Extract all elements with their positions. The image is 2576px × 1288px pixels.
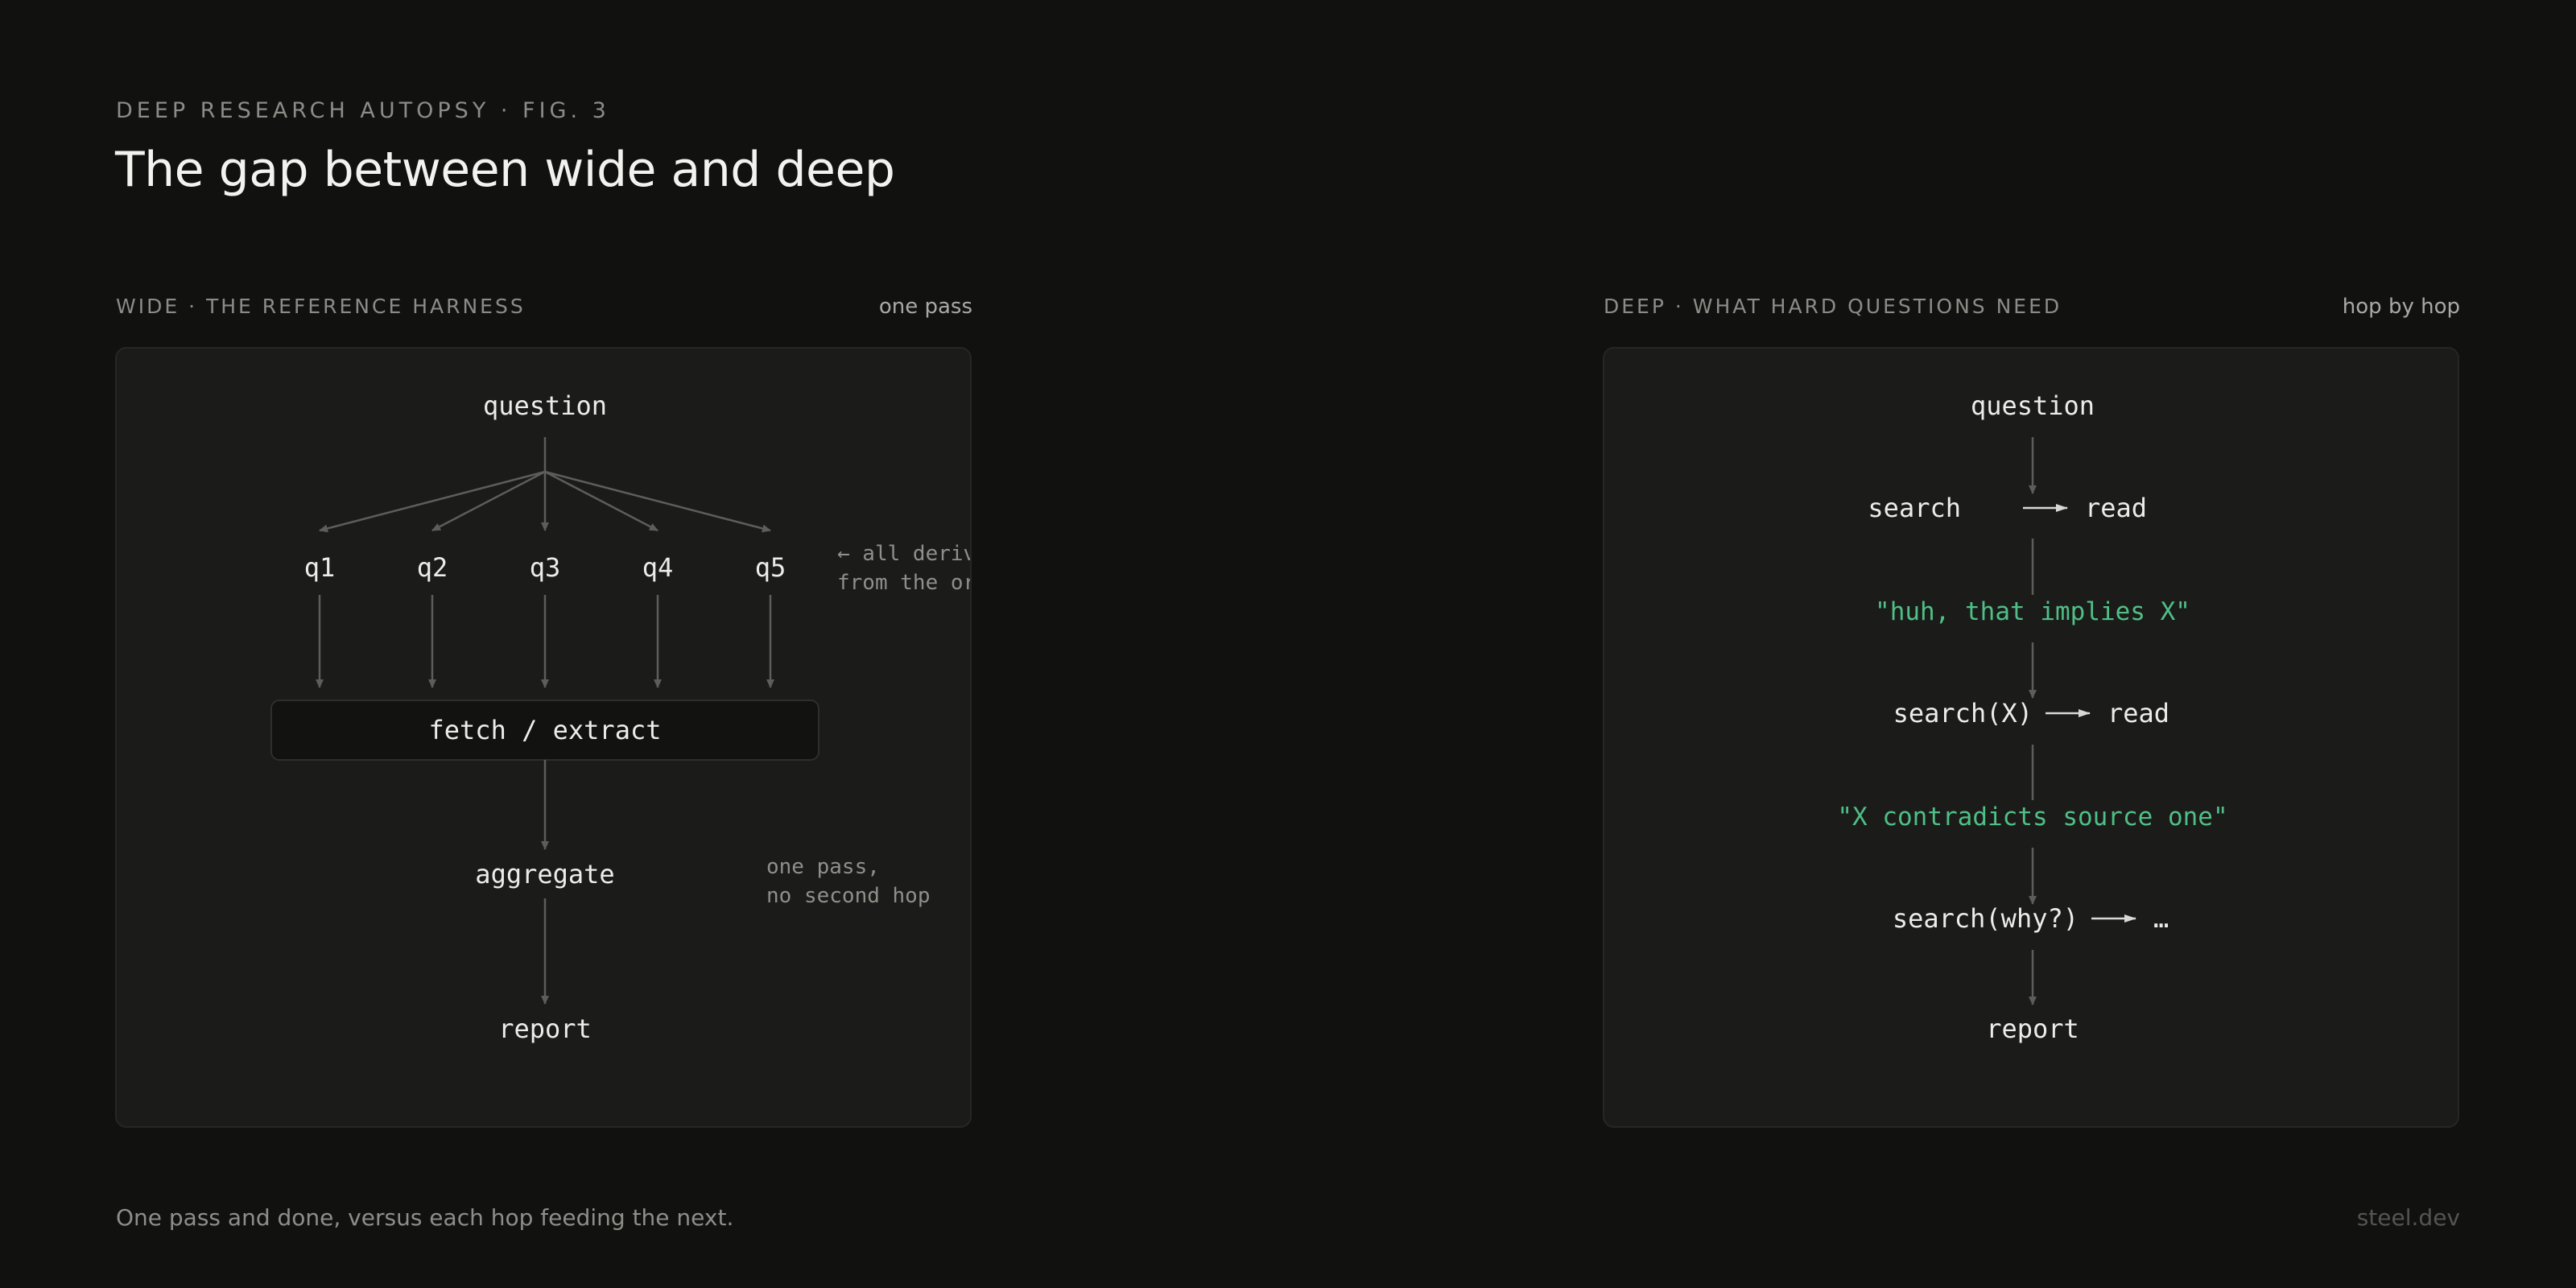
wide-diagram-panel: question q1 q2 q3 q4 q5 ← all derived fr… bbox=[115, 347, 972, 1128]
hop2-search-node: search(X) bbox=[1893, 698, 2033, 729]
deep-diagram: question search read "huh, that implies … bbox=[1837, 390, 2227, 1044]
pass-note-line-2: no second hop bbox=[766, 884, 931, 908]
deep-diagram-panel: question search read "huh, that implies … bbox=[1603, 347, 2459, 1128]
figure-caption: One pass and done, versus each hop feedi… bbox=[116, 1204, 734, 1231]
wide-panel-note: one pass bbox=[878, 295, 972, 319]
figure-eyebrow: DEEP RESEARCH AUTOPSY · FIG. 3 bbox=[116, 98, 610, 123]
fan-out-connectors bbox=[319, 437, 771, 533]
fan-out-arrow bbox=[319, 470, 546, 533]
insight-2: "X contradicts source one" bbox=[1837, 803, 2227, 832]
hop2-read-node: read bbox=[2107, 698, 2169, 729]
subquery-q1: q1 bbox=[304, 552, 336, 583]
subquery-connectors bbox=[316, 595, 774, 688]
hop1-read-node: read bbox=[2085, 493, 2147, 523]
subquery-q4: q4 bbox=[642, 552, 674, 583]
wide-question-node: question bbox=[483, 390, 607, 421]
deep-panel-label: DEEP · WHAT HARD QUESTIONS NEED bbox=[1604, 295, 2062, 318]
hop3-search-node: search(why?) bbox=[1893, 903, 2079, 934]
derived-note-line-2: from the original Q bbox=[837, 571, 972, 595]
fan-out-arrow bbox=[431, 470, 546, 532]
fan-out-arrow bbox=[544, 470, 658, 532]
deep-report-node: report bbox=[1986, 1013, 2079, 1044]
deep-panel-note: hop by hop bbox=[2342, 295, 2460, 319]
deep-question-node: question bbox=[1971, 390, 2095, 421]
wide-diagram: question q1 q2 q3 q4 q5 ← all derived fr… bbox=[270, 390, 972, 1044]
hop3-continuation: … bbox=[2153, 903, 2169, 934]
hop1-search-node: search bbox=[1868, 493, 1961, 523]
wide-panel-label: WIDE · THE REFERENCE HARNESS bbox=[116, 295, 526, 318]
wide-report-node: report bbox=[498, 1013, 592, 1044]
fan-out-arrow bbox=[544, 470, 771, 533]
brand-mark: steel.dev bbox=[2356, 1204, 2460, 1231]
pass-note-line-1: one pass, bbox=[766, 855, 880, 879]
subquery-q5: q5 bbox=[755, 552, 786, 583]
subquery-q3: q3 bbox=[530, 552, 561, 583]
derived-note-line-1: ← all derived bbox=[837, 542, 972, 566]
aggregate-node: aggregate bbox=[475, 859, 614, 890]
insight-1: "huh, that implies X" bbox=[1875, 597, 2190, 626]
page-title: The gap between wide and deep bbox=[115, 142, 895, 198]
subquery-q2: q2 bbox=[417, 552, 448, 583]
fetch-extract-label: fetch / extract bbox=[429, 715, 662, 745]
